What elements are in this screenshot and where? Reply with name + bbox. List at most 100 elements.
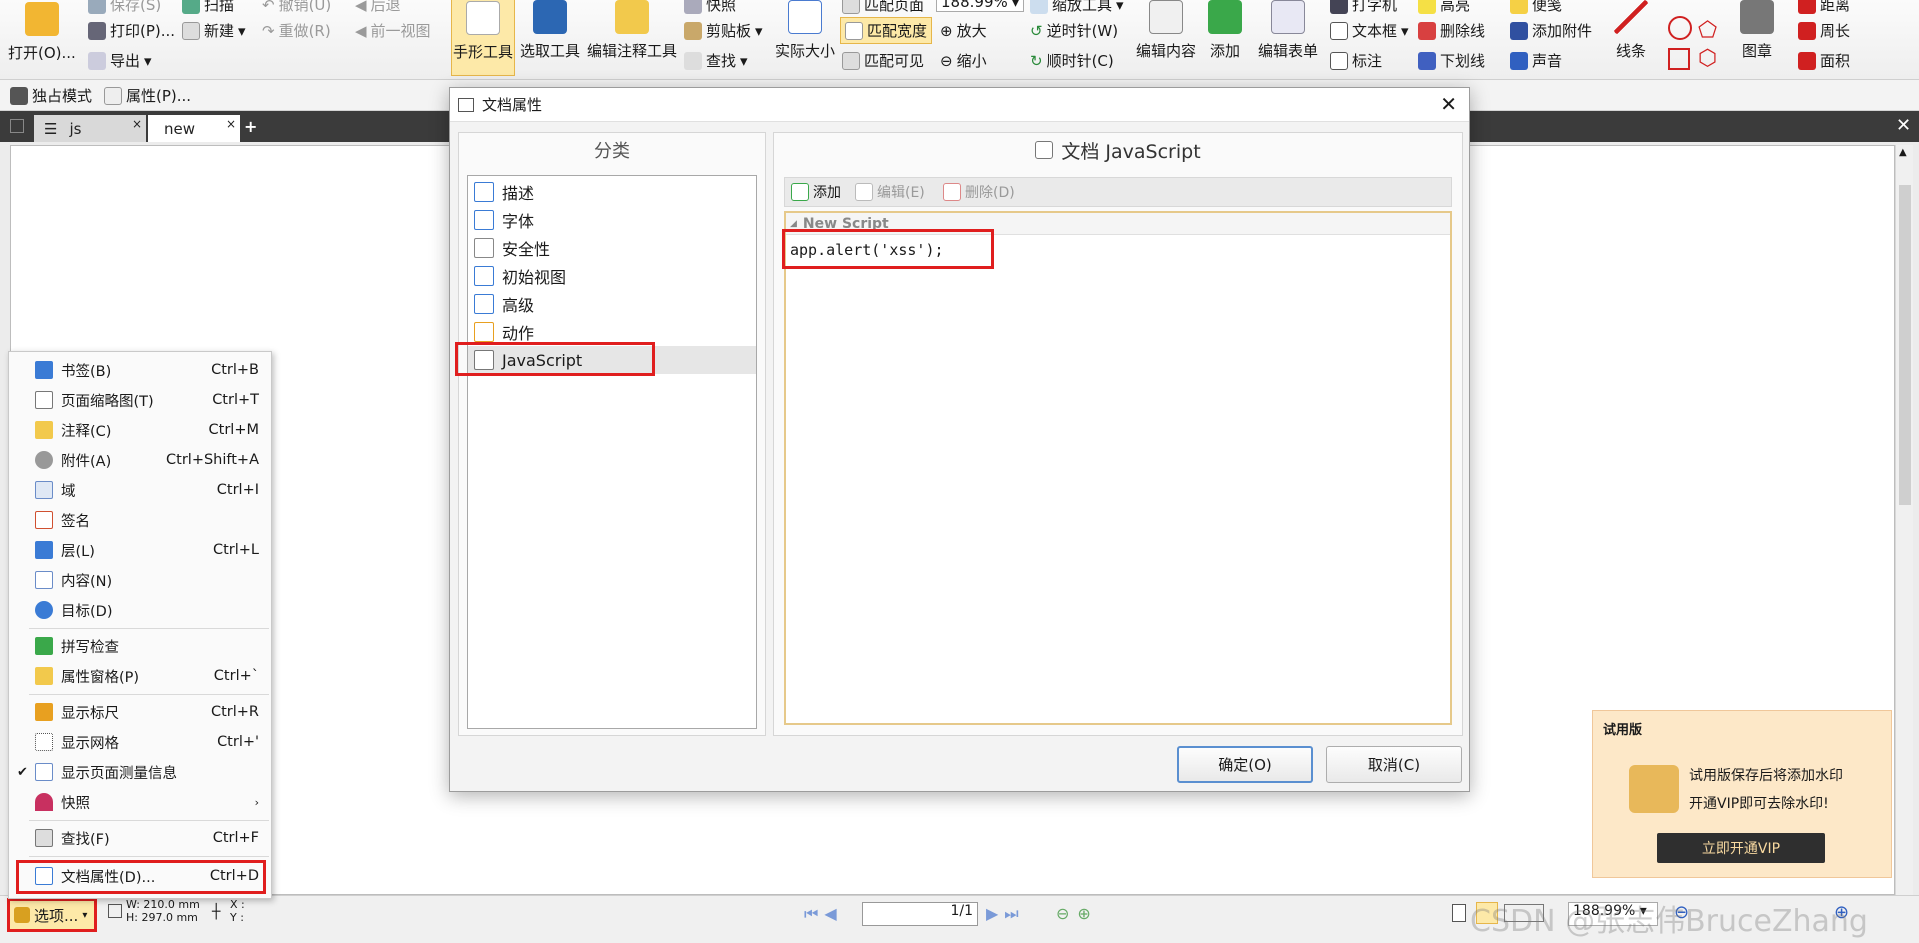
category-panel: 分类 描述 字体 安全性 初始视图 高级 动作 JavaScript — [455, 132, 766, 736]
new-button[interactable]: 新建 ▾ — [182, 20, 246, 41]
sound-button[interactable]: 声音 — [1510, 50, 1562, 71]
history-nav-icons[interactable]: ⊖⊕ — [1056, 904, 1099, 923]
menu-item-fields[interactable]: 域 Ctrl+I — [11, 476, 269, 504]
save-button[interactable]: 保存(S) — [88, 0, 161, 15]
ellipse-icon[interactable] — [1668, 16, 1692, 40]
menu-item-spellcheck[interactable]: 拼写检查 — [11, 632, 269, 660]
rectangle-icon[interactable] — [1668, 48, 1690, 70]
menu-item-show-ruler[interactable]: 显示标尺 Ctrl+R — [11, 698, 269, 726]
actual-size-icon — [788, 0, 822, 34]
scan-button[interactable]: 扫描 — [182, 0, 234, 15]
category-description[interactable]: 描述 — [474, 178, 756, 206]
back-button[interactable]: ◀ 后退 — [355, 0, 401, 15]
area-button[interactable]: 面积 — [1798, 50, 1850, 71]
edit-content-button[interactable]: 编辑内容 — [1136, 0, 1196, 61]
zoom-in-button[interactable]: ⊕ 放大 — [940, 20, 987, 41]
menu-item-comments[interactable]: 注释(C) Ctrl+M — [11, 416, 269, 444]
tab-new[interactable]: new × — [148, 115, 240, 142]
clipboard-button[interactable]: 剪贴板 ▾ — [684, 20, 763, 41]
close-all-icon[interactable]: ✕ — [1896, 115, 1911, 136]
menu-item-find[interactable]: 查找(F) Ctrl+F — [11, 824, 269, 852]
strikeout-button[interactable]: 删除线 — [1418, 20, 1485, 41]
rotate-cw-button[interactable]: ↻ 顺时针(C) — [1030, 50, 1114, 71]
category-advanced[interactable]: 高级 — [474, 290, 756, 318]
category-security[interactable]: 安全性 — [474, 234, 756, 262]
menu-item-bookmarks[interactable]: 书签(B) Ctrl+B — [11, 356, 269, 384]
textbox-button[interactable]: 文本框 ▾ — [1330, 20, 1409, 41]
new-tab-icon[interactable]: + — [244, 117, 257, 136]
perimeter-button[interactable]: 周长 — [1798, 20, 1850, 41]
exclusive-mode-button[interactable]: 独占模式 — [10, 85, 92, 106]
category-initial-view[interactable]: 初始视图 — [474, 262, 756, 290]
hand-tool-button[interactable]: 手形工具 — [451, 0, 515, 76]
zoom-out-button[interactable]: ⊖ 缩小 — [940, 50, 987, 71]
fit-page-button[interactable]: 匹配页面 — [842, 0, 924, 15]
add-script-button[interactable]: 添加 — [791, 182, 841, 202]
cloud-icon[interactable]: ⬡ — [1698, 46, 1717, 71]
menu-item-attachments[interactable]: 附件(A) Ctrl+Shift+A — [11, 446, 269, 474]
properties-button[interactable]: 属性(P)... — [104, 85, 191, 106]
open-vip-button[interactable]: 立即开通VIP — [1657, 833, 1825, 863]
cancel-button[interactable]: 取消(C) — [1326, 746, 1462, 783]
scroll-up-icon[interactable]: ▲ — [1899, 147, 1907, 158]
select-tool-button[interactable]: 选取工具 — [520, 0, 580, 61]
menu-item-thumbnails[interactable]: 页面缩略图(T) Ctrl+T — [11, 386, 269, 414]
fit-visible-button[interactable]: 匹配可见 — [842, 50, 924, 71]
first-prev-page-icons[interactable]: ⏮◀ — [804, 904, 843, 924]
rotate-ccw-button[interactable]: ↺ 逆时针(W) — [1030, 20, 1118, 41]
distance-button[interactable]: 距离 — [1798, 0, 1850, 15]
menu-item-show-grid[interactable]: 显示网格 Ctrl+' — [11, 728, 269, 756]
menu-item-layers[interactable]: 层(L) Ctrl+L — [11, 536, 269, 564]
speaker-icon — [1510, 51, 1528, 70]
polygon-icon[interactable]: ⬠ — [1698, 18, 1717, 43]
fit-width-button[interactable]: 匹配宽度 — [840, 17, 933, 44]
edit-form-button[interactable]: 编辑表单 — [1258, 0, 1318, 61]
single-page-icon[interactable] — [1452, 904, 1466, 922]
edit-script-button[interactable]: 编辑(E) — [855, 182, 925, 202]
print-button[interactable]: 打印(P)... — [88, 20, 175, 41]
attach-file-button[interactable]: 添加附件 — [1510, 20, 1592, 41]
stamp-button[interactable]: 图章 — [1740, 0, 1774, 61]
delete-script-button[interactable]: 删除(D) — [943, 182, 1015, 202]
ok-button[interactable]: 确定(O) — [1177, 746, 1313, 783]
close-icon[interactable]: × — [132, 117, 142, 131]
spellcheck-icon — [35, 637, 53, 655]
highlight-frame — [782, 229, 994, 269]
menu-item-signatures[interactable]: 签名 — [11, 506, 269, 534]
typewriter-button[interactable]: 打字机 — [1330, 0, 1397, 15]
close-icon[interactable]: × — [226, 117, 236, 131]
menu-item-properties-pane[interactable]: 属性窗格(P) Ctrl+` — [11, 662, 269, 690]
note-button[interactable]: 便笺 — [1510, 0, 1562, 15]
prev-view-button[interactable]: ◀ 前一视图 — [355, 20, 431, 41]
tab-menu-icon[interactable] — [10, 119, 24, 133]
export-button[interactable]: 导出 ▾ — [88, 50, 152, 71]
scroll-thumb[interactable] — [1899, 185, 1911, 505]
signature-icon — [35, 511, 53, 529]
vertical-scrollbar[interactable]: ▲ — [1895, 145, 1913, 895]
find-button[interactable]: 查找 ▾ — [684, 50, 748, 71]
redo-button[interactable]: ↷ 重做(R) — [262, 20, 331, 41]
actual-size-button[interactable]: 实际大小 — [775, 0, 835, 61]
category-fonts[interactable]: 字体 — [474, 206, 756, 234]
menu-item-snap[interactable]: 快照 › — [11, 788, 269, 816]
snapshot-button[interactable]: 快照 — [684, 0, 736, 15]
tab-js[interactable]: ☰ js × — [34, 115, 146, 142]
menu-item-destinations[interactable]: 目标(D) — [11, 596, 269, 624]
line-button[interactable]: 线条 — [1614, 0, 1648, 61]
script-toolbar: 添加 编辑(E) 删除(D) — [784, 177, 1452, 207]
edit-annotation-tool-button[interactable]: 编辑注释工具 — [587, 0, 677, 61]
highlight-button[interactable]: 高亮 — [1418, 0, 1470, 15]
close-icon[interactable]: ✕ — [1440, 92, 1457, 116]
underline-button[interactable]: 下划线 — [1418, 50, 1485, 71]
next-last-page-icons[interactable]: ▶⏭ — [986, 904, 1025, 924]
menu-item-show-measure[interactable]: ✔ 显示页面测量信息 — [11, 758, 269, 786]
zoom-select[interactable]: 188.99% ▾ — [936, 0, 1025, 12]
callout-button[interactable]: 标注 — [1330, 50, 1382, 71]
undo-button[interactable]: ↶ 撤销(U) — [262, 0, 331, 15]
add-button[interactable]: 添加 — [1208, 0, 1242, 61]
menu-item-content[interactable]: 内容(N) — [11, 566, 269, 594]
open-button[interactable]: 打开(O)... — [8, 2, 76, 63]
page-number-input[interactable]: 1/1 — [862, 902, 978, 926]
zoom-tool-button[interactable]: 缩放工具 ▾ — [1030, 0, 1124, 15]
options-button[interactable]: 选项... ▾ — [7, 898, 97, 932]
